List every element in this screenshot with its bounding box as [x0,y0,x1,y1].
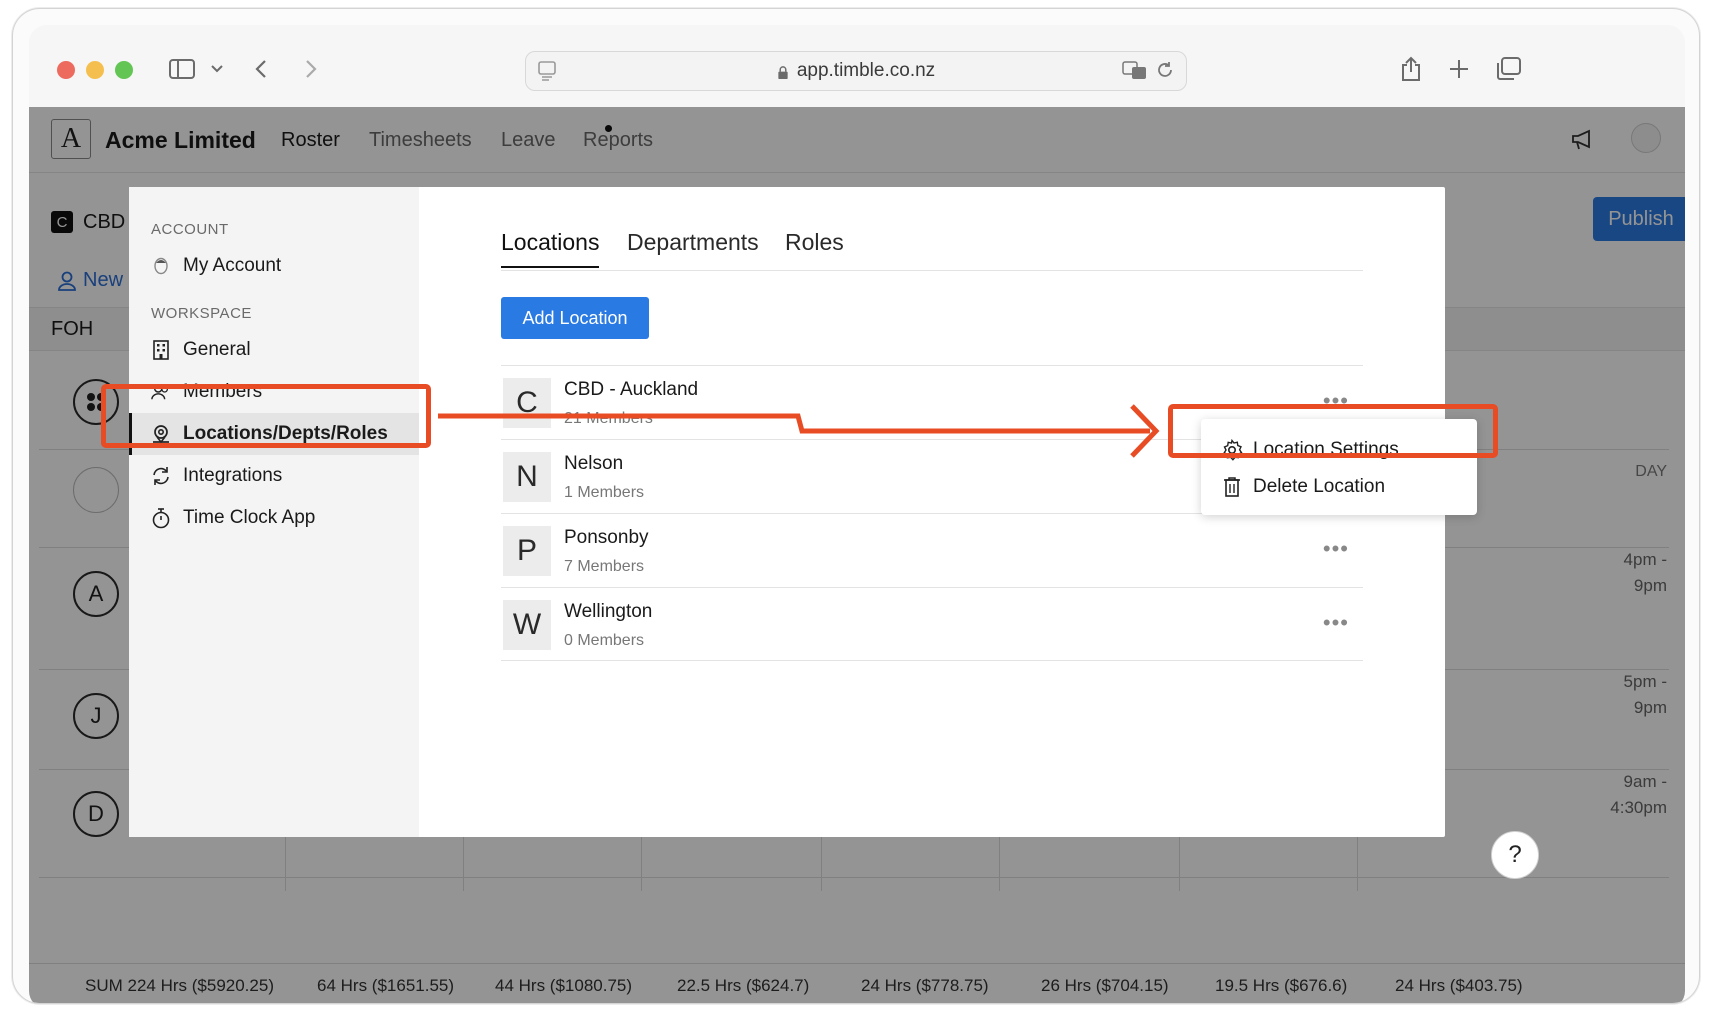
title-bar: app.timble.co.nz [29,25,1685,107]
sidebar-item-general[interactable]: General [129,329,419,371]
minimize-window-button[interactable] [86,61,104,79]
translate-icon[interactable] [1122,60,1148,85]
sidebar-item-label: General [183,339,251,360]
stopwatch-icon [151,508,171,529]
app-page: A Acme Limited Roster Timesheets Leave R… [29,107,1685,1003]
sync-icon [151,466,171,486]
url-text[interactable]: app.timble.co.nz [797,60,935,82]
close-window-button[interactable] [57,61,75,79]
highlight-sidebar-box [101,384,431,448]
list-item[interactable]: P Ponsonby 7 Members ••• [501,513,1363,587]
sidebar-toggle-icon[interactable] [167,55,197,83]
location-members: 1 Members [564,484,645,501]
location-initial: W [503,600,551,650]
user-icon [151,256,171,276]
sidebar-item-label: My Account [183,255,282,276]
sidebar-item-time-clock[interactable]: Time Clock App [129,497,419,539]
location-name: Wellington [564,601,653,622]
building-icon [151,340,171,360]
highlight-menu-box [1168,404,1498,458]
list-item[interactable]: W Wellington 0 Members ••• [501,587,1363,661]
sidebar-item-label: Time Clock App [183,507,316,528]
account-heading: ACCOUNT [151,221,229,238]
tab-roles[interactable]: Roles [785,229,844,266]
tab-overview-icon[interactable] [1495,55,1523,83]
share-icon[interactable] [1399,55,1423,83]
chevron-down-icon[interactable] [209,55,225,83]
address-bar[interactable]: app.timble.co.nz [525,51,1187,91]
location-name: CBD - Auckland [564,379,699,400]
add-location-button[interactable]: Add Location [501,297,649,339]
location-members: 0 Members [564,632,645,649]
trash-icon [1224,477,1240,497]
delete-location-menu-item[interactable]: Delete Location [1221,476,1385,498]
sidebar-item-label: Integrations [183,465,283,486]
location-members: 21 Members [564,410,653,427]
workspace-heading: WORKSPACE [151,305,252,322]
sidebar-item-my-account[interactable]: My Account [129,245,419,287]
menu-item-label: Delete Location [1253,476,1386,497]
lock-icon [778,65,788,79]
new-tab-icon[interactable] [1447,55,1471,83]
settings-tabs: Locations Departments Roles [501,229,1363,271]
zoom-window-button[interactable] [115,61,133,79]
tab-locations[interactable]: Locations [501,229,600,268]
location-initial: C [503,378,551,428]
browser-window: app.timble.co.nz A Acme Limited Roster T… [12,8,1700,1004]
location-initial: N [503,452,551,502]
reader-icon[interactable] [538,61,556,87]
forward-icon[interactable] [301,55,321,83]
location-name: Ponsonby [564,527,649,548]
more-options-icon[interactable]: ••• [1323,536,1349,562]
back-icon[interactable] [251,55,271,83]
help-button[interactable]: ? [1491,831,1539,879]
settings-modal: ACCOUNT My Account WORKSPACE General Mem… [129,187,1477,837]
location-members: 7 Members [564,558,645,575]
settings-sidebar: ACCOUNT My Account WORKSPACE General Mem… [129,187,419,837]
tab-departments[interactable]: Departments [627,229,759,266]
reload-icon[interactable] [1156,60,1174,85]
location-initial: P [503,526,551,576]
location-name: Nelson [564,453,624,474]
browser-chrome: app.timble.co.nz A Acme Limited Roster T… [29,25,1685,1003]
more-options-icon[interactable]: ••• [1323,610,1349,636]
sidebar-item-integrations[interactable]: Integrations [129,455,419,497]
